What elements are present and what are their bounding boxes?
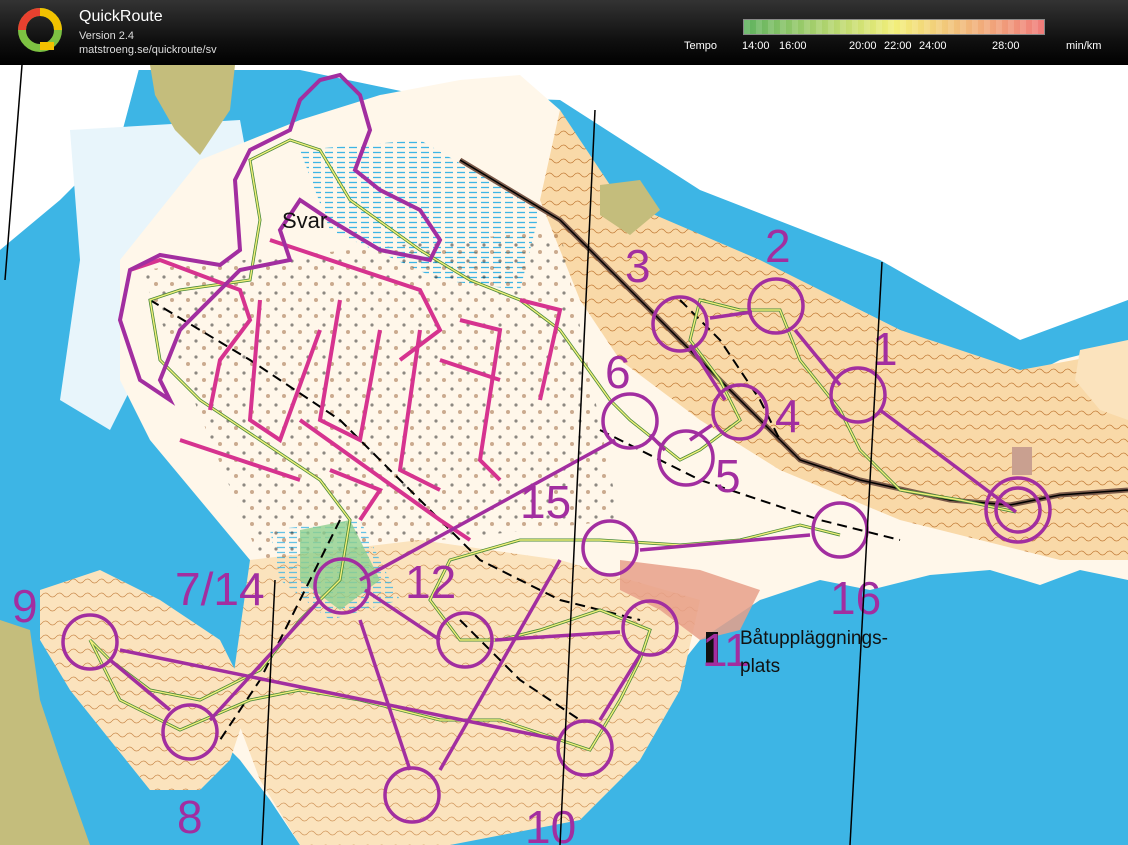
control-number: 12	[405, 556, 456, 608]
pace-color-scale	[743, 19, 1045, 35]
control-number: 7/14	[175, 563, 265, 615]
quickroute-logo-icon	[18, 8, 62, 52]
orienteering-map[interactable]: 1 2 3 4 5 6 7/14 8 9 10 11 12 15 16 Svar…	[0, 65, 1128, 845]
app-name: QuickRoute	[79, 8, 163, 25]
app-version: Version 2.4	[79, 30, 135, 42]
app-url: matstroeng.se/quickroute/sv	[79, 44, 217, 56]
control-number: 16	[830, 572, 881, 624]
legend-label: Tempo	[684, 40, 718, 52]
control-number: 15	[520, 476, 571, 528]
scale-tick: 20:00	[849, 40, 877, 52]
control-number: 2	[765, 220, 791, 272]
unit-label: min/km	[1066, 40, 1102, 52]
scale-tick: 22:00	[884, 40, 912, 52]
control-number: 3	[625, 240, 651, 292]
control-number: 9	[12, 580, 38, 632]
building	[1012, 447, 1032, 475]
place-label-line2: plats	[740, 656, 780, 677]
control-number: 10	[525, 801, 576, 845]
scale-tick: 24:00	[919, 40, 947, 52]
place-label-line1: Båtuppläggnings-	[740, 628, 888, 649]
scale-tick: 14:00	[742, 40, 770, 52]
control-number: 5	[715, 450, 741, 502]
control-number: 8	[177, 791, 203, 843]
control-number: 6	[605, 346, 631, 398]
control-number: 4	[775, 390, 801, 442]
scale-tick: 28:00	[992, 40, 1020, 52]
header-bar: QuickRoute Version 2.4 matstroeng.se/qui…	[0, 0, 1128, 65]
place-name: Svar	[282, 208, 327, 233]
scale-tick: 16:00	[779, 40, 807, 52]
